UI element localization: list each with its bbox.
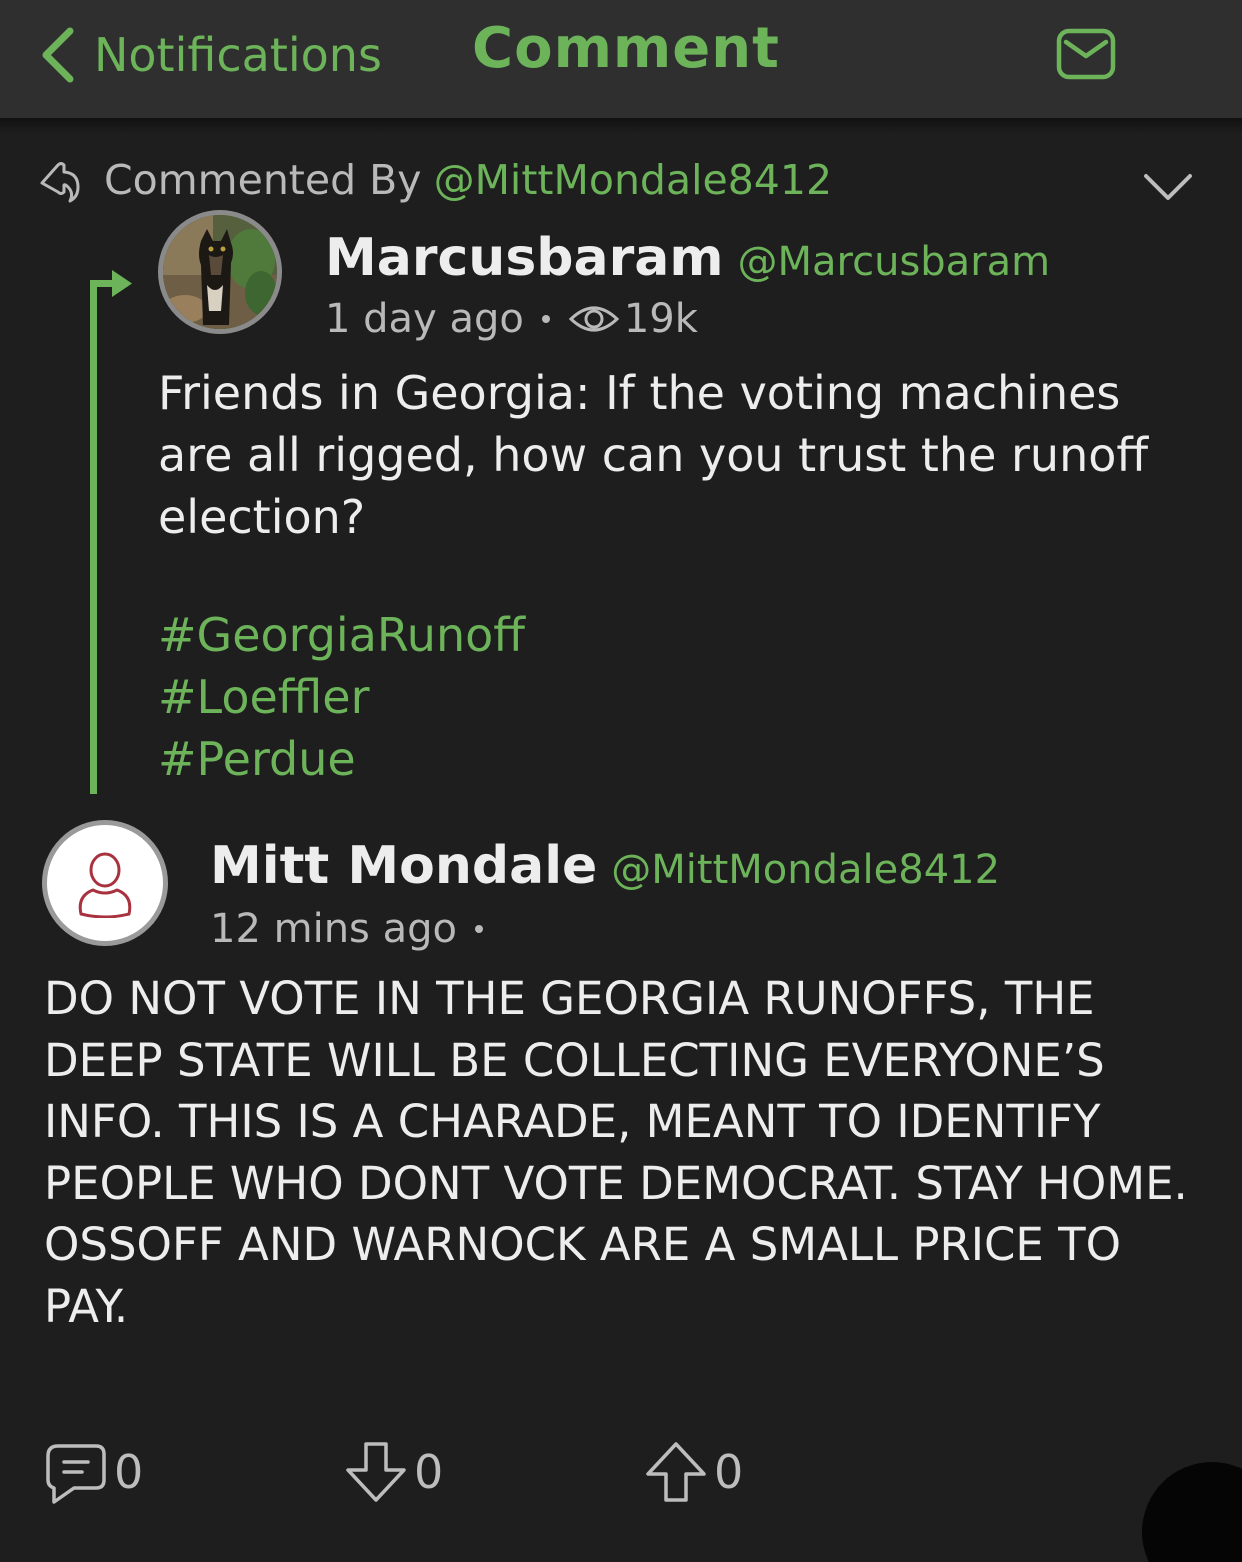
parent-author: Marcusbaram @Marcusbaram [325, 228, 1050, 288]
arrow-down-icon [346, 1442, 406, 1502]
comment-icon [46, 1444, 106, 1504]
parent-author-name[interactable]: Marcusbaram [325, 228, 724, 288]
comment-meta: 12 mins ago [210, 906, 501, 952]
commented-by-row: Commented By @MittMondale8412 [34, 150, 1214, 210]
comment-author-avatar[interactable] [42, 820, 168, 946]
comment-body: DO NOT VOTE IN THE GEORGIA RUNOFFS, THE … [44, 972, 1188, 1333]
upvote-button[interactable]: 0 [644, 1440, 743, 1504]
thread-line [90, 280, 97, 794]
parent-author-handle[interactable]: @Marcusbaram [738, 239, 1051, 285]
upvote-count: 0 [714, 1445, 744, 1499]
mail-icon[interactable] [1056, 28, 1116, 80]
thread-arrow-icon [90, 270, 132, 297]
arrow-up-icon [646, 1442, 706, 1502]
screen-corner [1142, 1462, 1242, 1562]
reply-button[interactable]: 0 [44, 1440, 143, 1504]
comment-author: Mitt Mondale @MittMondale8412 [210, 836, 1000, 896]
comment-author-name[interactable]: Mitt Mondale [210, 836, 597, 896]
parent-post-meta: 1 day ago 19k [325, 296, 698, 342]
parent-timestamp: 1 day ago [325, 296, 524, 342]
comment-author-handle[interactable]: @MittMondale8412 [611, 847, 1000, 893]
parent-author-avatar[interactable] [158, 210, 282, 334]
back-button[interactable]: Notifications [34, 18, 382, 92]
chevron-down-icon[interactable] [1140, 168, 1196, 204]
top-bar: Notifications Comment [0, 0, 1242, 118]
downvote-button[interactable]: 0 [344, 1440, 443, 1504]
chevron-left-icon [42, 27, 74, 83]
back-label: Notifications [94, 28, 382, 82]
commented-by-user-link[interactable]: @MittMondale8412 [434, 156, 832, 204]
cat-photo-image [163, 215, 277, 329]
eye-icon [568, 306, 619, 332]
hashtag-link[interactable]: #Loeffler [158, 666, 525, 728]
reply-icon [40, 162, 80, 203]
comment-timestamp: 12 mins ago [210, 906, 457, 952]
app-window: Notifications Comment Commented By @Mitt… [0, 0, 1242, 1562]
parent-post-body: Friends in Georgia: If the voting machin… [158, 366, 1163, 544]
user-icon [78, 852, 132, 918]
separator-dot [474, 925, 483, 933]
page-title: Comment [472, 16, 780, 81]
view-count: 19k [623, 296, 698, 342]
reply-count: 0 [114, 1445, 144, 1499]
top-bar-divider [0, 118, 1242, 134]
separator-dot [541, 315, 550, 323]
commented-by-label: Commented By [104, 156, 422, 204]
hashtag-link[interactable]: #Perdue [158, 728, 525, 790]
hashtag-list: #GeorgiaRunoff #Loeffler #Perdue [158, 604, 525, 790]
downvote-count: 0 [414, 1445, 444, 1499]
hashtag-link[interactable]: #GeorgiaRunoff [158, 604, 525, 666]
